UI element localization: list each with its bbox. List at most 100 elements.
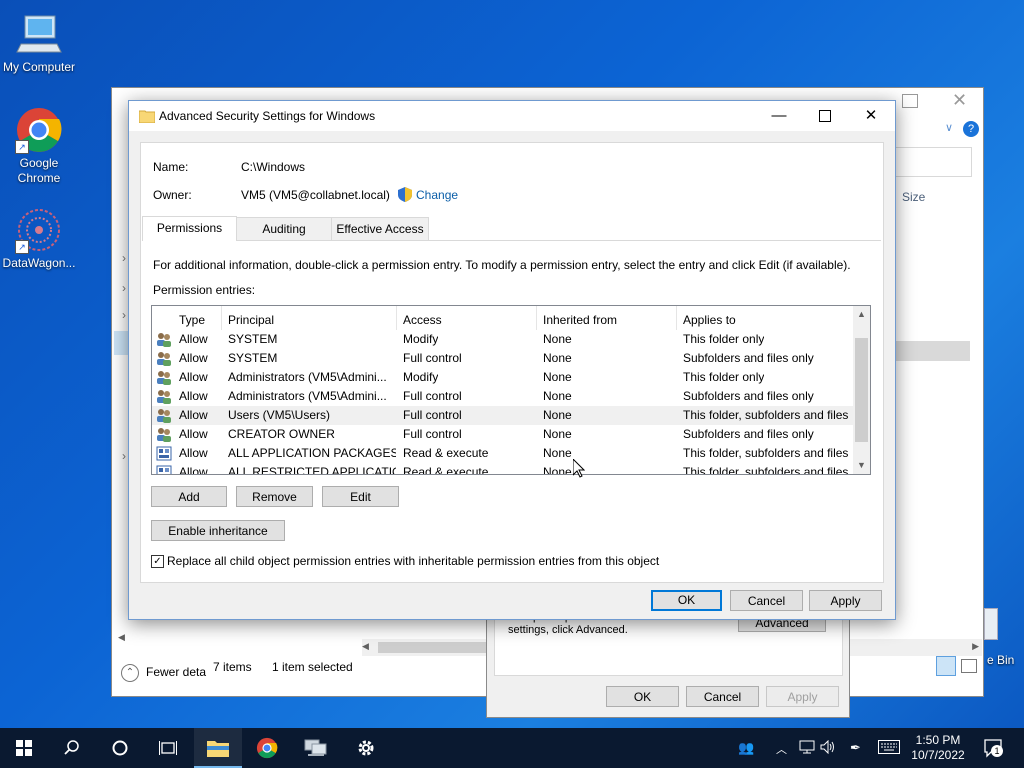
replace-child-permissions-checkbox[interactable]: ✓ <box>151 555 164 568</box>
column-header-applies-to[interactable]: Applies to <box>683 313 736 327</box>
cell-inherited: None <box>543 332 572 346</box>
chrome-taskbar-button[interactable] <box>243 728 291 768</box>
close-button[interactable]: ✕ <box>848 101 894 131</box>
volume-icon[interactable] <box>820 739 836 757</box>
fewer-details-icon[interactable]: ⌃ <box>121 664 139 682</box>
clock[interactable]: 1:50 PM 10/7/2022 <box>908 733 968 763</box>
start-button[interactable] <box>0 728 48 768</box>
network-app-taskbar-button[interactable] <box>292 728 340 768</box>
scroll-down-arrow[interactable]: ▼ <box>853 457 870 474</box>
owner-value: VM5 (VM5@collabnet.local) <box>241 188 390 202</box>
size-column-header[interactable]: Size <box>902 190 925 204</box>
owner-label: Owner: <box>153 188 192 202</box>
enable-inheritance-button[interactable]: Enable inheritance <box>151 520 285 541</box>
cell-inherited: None <box>543 370 572 384</box>
nav-pane-hscroll-left[interactable]: ◀ <box>118 632 125 643</box>
desktop-icon-my-computer[interactable]: My Computer <box>1 10 77 75</box>
column-header-type[interactable]: Type <box>179 313 205 327</box>
explorer-close-button[interactable]: ✕ <box>952 90 967 111</box>
task-view-button[interactable] <box>144 728 192 768</box>
fewer-details-link[interactable]: Fewer deta <box>146 665 206 679</box>
cell-principal: CREATOR OWNER <box>228 427 335 441</box>
help-icon[interactable]: ? <box>963 121 979 137</box>
details-view-icon[interactable] <box>936 656 956 676</box>
table-row[interactable]: Allow SYSTEM Modify None This folder onl… <box>152 330 854 349</box>
replace-child-permissions-label[interactable]: Replace all child object permission entr… <box>167 554 659 568</box>
add-button[interactable]: Add <box>151 486 227 507</box>
show-hidden-icons-chevron[interactable]: ︿ <box>776 741 787 757</box>
cell-access: Modify <box>403 332 439 346</box>
computers-icon <box>304 739 327 756</box>
scroll-thumb[interactable] <box>855 338 868 442</box>
ribbon-expand-icon[interactable]: ∨ <box>945 121 953 134</box>
action-center-button[interactable]: 1 <box>983 738 1003 761</box>
cell-applies: This folder, subfolders and files <box>683 408 849 422</box>
touch-keyboard-icon[interactable] <box>878 740 900 757</box>
desktop-icon-recycle-bin[interactable]: e Bin <box>982 608 1022 668</box>
cell-type: Allow <box>179 446 208 460</box>
nav-chevron[interactable]: › <box>122 251 126 265</box>
apply-button[interactable]: Apply <box>809 590 882 611</box>
search-icon <box>64 740 79 755</box>
cancel-button[interactable]: Cancel <box>730 590 803 611</box>
props-ok-button[interactable]: OK <box>606 686 679 707</box>
search-box[interactable] <box>894 147 972 177</box>
cell-type: Allow <box>179 389 208 403</box>
table-row[interactable]: Allow Administrators (VM5\Admini... Modi… <box>152 368 854 387</box>
desktop-icon-datawagon[interactable]: ↗ DataWagon... <box>1 206 77 271</box>
speaker-icon <box>820 739 834 755</box>
explorer-selected-row[interactable] <box>894 341 970 361</box>
props-cancel-button[interactable]: Cancel <box>686 686 759 707</box>
permission-entries-list[interactable]: Type Principal Access Inherited from App… <box>151 305 871 475</box>
scroll-right-arrow[interactable]: ▶ <box>972 641 979 652</box>
settings-taskbar-button[interactable] <box>342 728 390 768</box>
tab-effective-access[interactable]: Effective Access <box>331 217 429 240</box>
pen-workspace-icon[interactable]: ✒ <box>850 740 861 756</box>
remove-button[interactable]: Remove <box>236 486 313 507</box>
table-row[interactable]: Allow Administrators (VM5\Admini... Full… <box>152 387 854 406</box>
column-divider[interactable] <box>536 306 537 330</box>
dialog-titlebar[interactable]: Advanced Security Settings for Windows —… <box>129 101 895 131</box>
properties-dialog-bg[interactable]: For special permissions or advanced sett… <box>486 608 850 718</box>
scroll-up-arrow[interactable]: ▲ <box>853 306 870 323</box>
cell-principal: SYSTEM <box>228 351 278 365</box>
table-row[interactable]: Allow ALL RESTRICTED APPLICATIO... Read … <box>152 463 854 474</box>
nav-chevron[interactable]: › <box>122 449 126 463</box>
table-row[interactable]: Allow CREATOR OWNER Full control None Su… <box>152 425 854 444</box>
tab-auditing[interactable]: Auditing <box>236 217 332 240</box>
advanced-security-dialog[interactable]: Advanced Security Settings for Windows —… <box>128 100 896 620</box>
table-row[interactable]: Allow SYSTEM Full control None Subfolder… <box>152 349 854 368</box>
folder-icon <box>207 740 229 757</box>
nav-chevron[interactable]: › <box>122 308 126 322</box>
column-divider[interactable] <box>396 306 397 330</box>
network-icon[interactable] <box>799 740 815 757</box>
column-header-inherited-from[interactable]: Inherited from <box>543 313 617 327</box>
maximize-button[interactable] <box>802 101 848 131</box>
package-icon <box>156 465 172 474</box>
cortana-button[interactable] <box>96 728 144 768</box>
ok-button[interactable]: OK <box>651 590 722 611</box>
minimize-button[interactable]: — <box>756 101 802 131</box>
large-icons-view-icon[interactable] <box>961 659 977 673</box>
desktop-icon-label: DataWagon... <box>2 256 76 270</box>
edit-button[interactable]: Edit <box>322 486 399 507</box>
nav-chevron[interactable]: › <box>122 281 126 295</box>
datawagon-icon: ↗ <box>15 206 63 254</box>
cell-principal: Users (VM5\Users) <box>228 408 331 422</box>
desktop-icon-google-chrome[interactable]: ↗ Google Chrome <box>1 106 77 186</box>
scroll-left-arrow[interactable]: ◀ <box>362 641 369 652</box>
column-divider[interactable] <box>221 306 222 330</box>
file-explorer-taskbar-button[interactable] <box>194 728 242 768</box>
props-apply-button[interactable]: Apply <box>766 686 839 707</box>
list-vertical-scrollbar[interactable]: ▲ ▼ <box>853 306 870 474</box>
column-divider[interactable] <box>676 306 677 330</box>
search-button[interactable] <box>48 728 96 768</box>
column-header-principal[interactable]: Principal <box>228 313 274 327</box>
tab-permissions[interactable]: Permissions <box>142 216 237 241</box>
explorer-maximize-button[interactable] <box>902 94 918 108</box>
change-owner-link[interactable]: Change <box>416 188 458 202</box>
column-header-access[interactable]: Access <box>403 313 442 327</box>
people-icon[interactable]: 👥 <box>738 740 754 756</box>
table-row[interactable]: Allow ALL APPLICATION PACKAGES Read & ex… <box>152 444 854 463</box>
table-row-selected[interactable]: Allow Users (VM5\Users) Full control Non… <box>152 406 854 425</box>
